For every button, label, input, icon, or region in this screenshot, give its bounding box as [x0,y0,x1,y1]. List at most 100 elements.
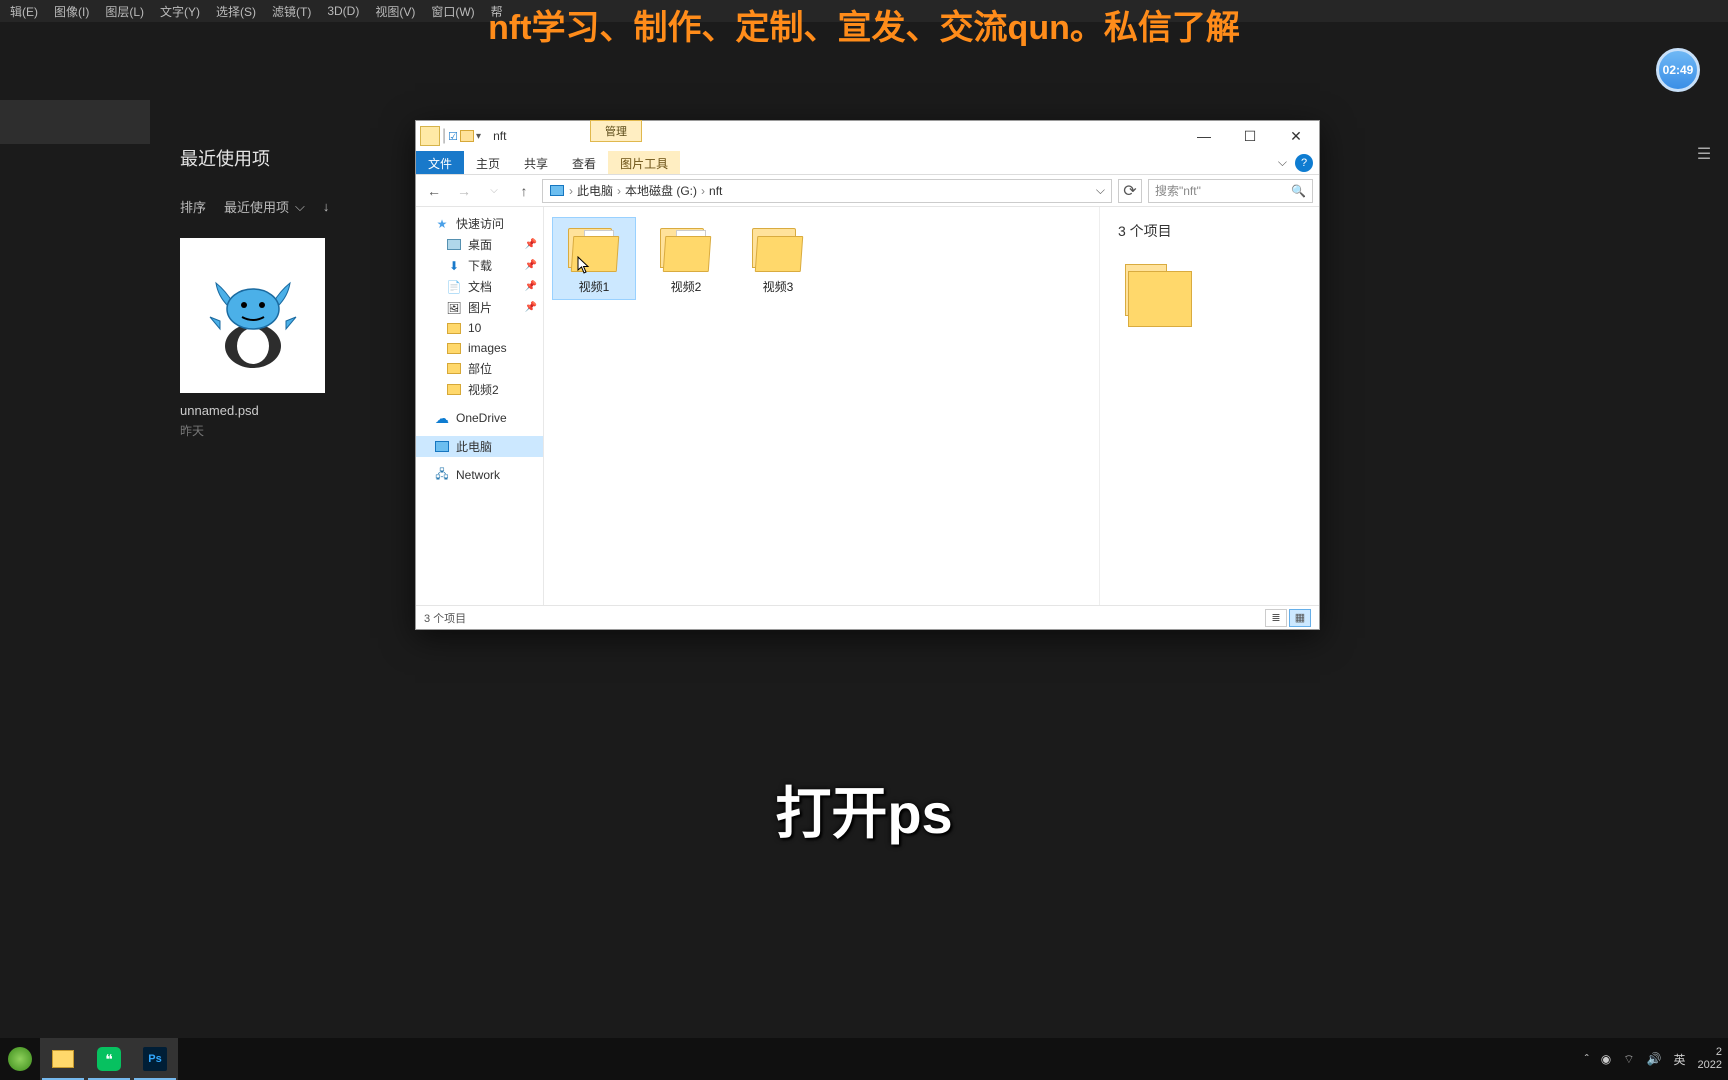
nav-downloads[interactable]: ⬇下载📌 [416,255,543,276]
close-button[interactable]: ✕ [1273,121,1319,151]
menu-3d[interactable]: 3D(D) [319,1,367,21]
start-button[interactable] [0,1038,40,1080]
nav-pictures[interactable]: 🖼图片📌 [416,297,543,318]
qat-separator: | [442,127,446,145]
download-icon: ⬇ [446,258,462,274]
ribbon-expand-icon[interactable]: ⌵ [1278,155,1287,170]
menu-window[interactable]: 窗口(W) [423,0,482,23]
icons-view-button[interactable]: ▦ [1289,609,1311,627]
picture-icon: 🖼 [446,300,462,316]
nav-up-button[interactable]: ↑ [512,179,536,203]
folder-name: 视频1 [579,278,610,295]
breadcrumb-bar[interactable]: › 此电脑 › 本地磁盘 (G:) › nft ⌵ [542,179,1112,203]
details-view-button[interactable]: ≣ [1265,609,1287,627]
pin-icon: 📌 [525,260,537,271]
breadcrumb-item[interactable]: 本地磁盘 (G:) [625,182,697,199]
minimize-button[interactable]: — [1181,121,1227,151]
folder-item[interactable]: 视频1 [552,217,636,300]
folder-item[interactable]: 视频3 [736,217,820,300]
sort-row: 排序 最近使用项⌵ ↓ [180,197,430,216]
recent-file-card[interactable]: unnamed.psd 昨天 [180,238,370,439]
nav-folder-10[interactable]: 10 [416,318,543,338]
mouse-cursor-icon [577,256,591,274]
sort-label: 排序 [180,197,206,216]
menu-layer[interactable]: 图层(L) [97,0,152,23]
tray-ime-label[interactable]: 英 [1674,1051,1686,1068]
taskbar-clock[interactable]: 2 2022 [1698,1046,1722,1072]
ribbon-tabs: 文件 主页 共享 查看 图片工具 ⌵ ? [416,151,1319,175]
details-pane-title: 3 个项目 [1118,221,1301,241]
nav-quick-access[interactable]: ★快速访问 [416,213,543,234]
sort-dropdown[interactable]: 最近使用项⌵ [224,197,305,216]
folder-name: 视频3 [763,278,794,295]
folder-icon [446,340,462,356]
folder-icon [446,361,462,377]
refresh-button[interactable]: ⟳ [1118,179,1142,203]
folder-icon [656,222,716,274]
folder-item[interactable]: 视频2 [644,217,728,300]
qat-check-icon[interactable]: ☑ [448,130,458,143]
search-icon: 🔍 [1291,184,1306,198]
menu-view[interactable]: 视图(V) [367,0,423,23]
breadcrumb-chevron-icon: › [569,184,573,198]
nav-onedrive[interactable]: ☁OneDrive [416,408,543,428]
explorer-content: 视频1 视频2 视频3 3 个项目 [544,207,1319,605]
desktop-icon [446,237,462,253]
system-tray[interactable]: ˆ ◉ ⌔ 🔊 英 2 2022 [1585,1046,1728,1072]
nav-folder-images[interactable]: images [416,338,543,358]
nav-forward-button[interactable]: → [452,179,476,203]
file-list[interactable]: 视频1 视频2 视频3 [544,207,1099,605]
network-icon: 🖧 [434,467,450,483]
nav-desktop[interactable]: 桌面📌 [416,234,543,255]
breadcrumb-item[interactable]: nft [709,184,722,198]
menu-image[interactable]: 图像(I) [46,0,97,23]
breadcrumb-chevron-icon: › [617,184,621,198]
qat-dropdown-icon[interactable]: ▾ [476,131,481,142]
status-item-count: 3 个项目 [424,610,466,626]
breadcrumb-dropdown-icon[interactable]: ⌵ [1096,183,1105,198]
maximize-button[interactable]: ☐ [1227,121,1273,151]
qat-item-icon[interactable] [460,130,474,142]
folder-icon [446,382,462,398]
nav-network[interactable]: 🖧Network [416,465,543,485]
help-icon[interactable]: ? [1295,154,1313,172]
menu-filter[interactable]: 滤镜(T) [264,0,319,23]
nav-folder-parts[interactable]: 部位 [416,358,543,379]
nav-recent-dropdown[interactable]: ⌵ [482,179,506,203]
nav-folder-video2[interactable]: 视频2 [416,379,543,400]
taskbar-photoshop[interactable]: Ps [132,1038,178,1080]
ribbon-tab-file[interactable]: 文件 [416,151,464,174]
address-bar-row: ← → ⌵ ↑ › 此电脑 › 本地磁盘 (G:) › nft ⌵ ⟳ 搜索"n… [416,175,1319,207]
overlay-banner-text: nft学习、制作、定制、宣发、交流qun。私信了解 [488,0,1240,49]
tray-chevron-icon[interactable]: ˆ [1585,1052,1589,1066]
ribbon-tab-home[interactable]: 主页 [464,151,512,174]
explorer-titlebar[interactable]: | ☑ ▾ nft — ☐ ✕ [416,121,1319,151]
menu-select[interactable]: 选择(S) [208,0,264,23]
tray-wifi-icon[interactable]: ⌔ [1623,1052,1634,1067]
ribbon-tab-view[interactable]: 查看 [560,151,608,174]
nav-documents[interactable]: 📄文档📌 [416,276,543,297]
file-explorer-icon [52,1050,74,1068]
ribbon-tab-share[interactable]: 共享 [512,151,560,174]
folder-icon [420,126,440,146]
recent-file-name: unnamed.psd [180,403,370,418]
menu-type[interactable]: 文字(Y) [152,0,208,23]
ribbon-tab-picturetools[interactable]: 图片工具 [608,151,680,174]
taskbar-wechat[interactable]: ❝ [86,1038,132,1080]
filter-download-icon[interactable]: ↓ [323,199,330,214]
search-placeholder: 搜索"nft" [1155,182,1201,199]
breadcrumb-item[interactable]: 此电脑 [577,182,613,199]
explorer-nav-pane[interactable]: ★快速访问 桌面📌 ⬇下载📌 📄文档📌 🖼图片📌 10 images 部位 视频… [416,207,544,605]
list-view-icon[interactable]: ☰ [1690,140,1718,168]
wechat-icon: ❝ [97,1047,121,1071]
windows-taskbar[interactable]: ❝ Ps ˆ ◉ ⌔ 🔊 英 2 2022 [0,1038,1728,1080]
search-input[interactable]: 搜索"nft" 🔍 [1148,179,1313,203]
menu-edit[interactable]: 辑(E) [2,0,46,23]
nav-back-button[interactable]: ← [422,179,446,203]
nav-this-pc[interactable]: 此电脑 [416,436,543,457]
taskbar-file-explorer[interactable] [40,1038,86,1080]
breadcrumb-chevron-icon: › [701,184,705,198]
tray-volume-icon[interactable]: 🔊 [1647,1052,1662,1066]
folder-large-icon [1128,271,1192,327]
tray-location-icon[interactable]: ◉ [1601,1052,1611,1066]
